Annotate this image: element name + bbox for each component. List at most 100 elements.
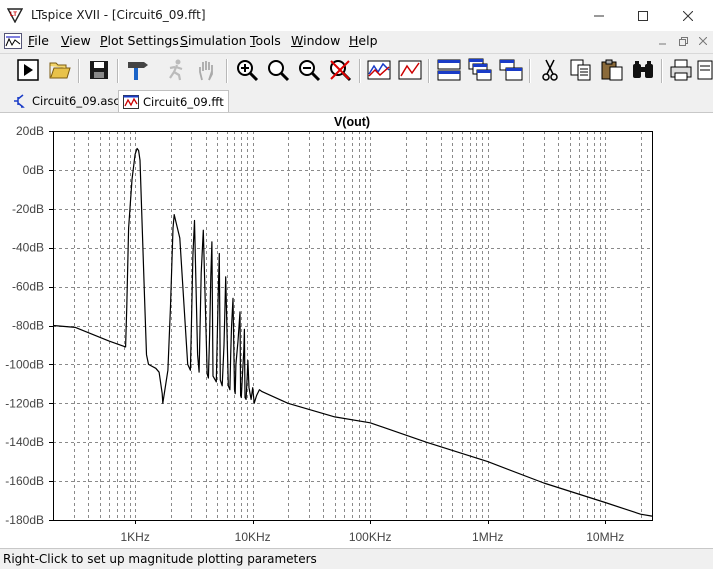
cascade-button[interactable]	[467, 57, 493, 83]
tab-label: Circuit6_09.fft	[143, 94, 224, 109]
toolbar-separator	[661, 59, 663, 83]
autorange-icon	[367, 60, 391, 80]
x-tick-label: 10KHz	[235, 530, 271, 544]
y-tick-label: -140dB	[5, 435, 44, 449]
x-axis: 1KHz 10KHz 100KHz 1MHz 10MHz	[120, 520, 624, 544]
copy-icon	[570, 59, 591, 81]
tab-schematic[interactable]: Circuit6_09.asc	[8, 91, 124, 111]
toolbar-separator	[78, 59, 80, 83]
waveform-icon	[123, 94, 139, 109]
zoom-full-button[interactable]	[327, 57, 353, 83]
tile-vertical-icon	[499, 59, 523, 81]
minimize-icon	[594, 15, 604, 16]
y-tick-label: -120dB	[5, 396, 44, 410]
autorange-button[interactable]	[366, 57, 392, 83]
toolbar-separator	[117, 59, 119, 83]
document-system-menu-icon[interactable]	[4, 33, 22, 49]
y-tick-label: 20dB	[16, 124, 44, 138]
zoom-out-icon	[299, 60, 321, 82]
y-tick-label: -180dB	[5, 513, 44, 527]
mdi-restore-icon	[678, 36, 688, 46]
control-panel-button[interactable]	[124, 57, 150, 83]
status-bar: Right-Click to set up magnitude plotting…	[0, 548, 713, 569]
cut-icon	[542, 59, 558, 81]
x-tick-label: 10MHz	[586, 530, 624, 544]
menu-bar: File View Plot Settings Simulation Tools…	[0, 31, 713, 51]
pick-traces-icon	[398, 60, 422, 80]
open-button[interactable]	[47, 57, 73, 83]
waveform-plot-pane[interactable]: V(out) 20dB 0dB -20dB -40dB -60dB -80dB -100dB…	[0, 113, 713, 548]
maximize-icon	[638, 10, 648, 21]
zoom-back-icon	[268, 60, 290, 82]
y-tick-label: -80dB	[12, 319, 44, 333]
svg-text:LT: LT	[10, 12, 17, 18]
menu-window[interactable]: Window	[291, 33, 340, 48]
zoom-full-icon	[330, 60, 352, 82]
toolbar-separator	[359, 59, 361, 83]
menu-help[interactable]: Help	[349, 33, 378, 48]
run-icon	[17, 59, 39, 81]
copy-button[interactable]	[568, 57, 594, 83]
tab-fft[interactable]: Circuit6_09.fft	[118, 90, 229, 112]
y-tick-label: -60dB	[12, 280, 44, 294]
print-preview-button[interactable]	[695, 57, 713, 83]
title-bar: LT LTspice XVII - [Circuit6_09.fft]	[0, 0, 713, 31]
maximize-button[interactable]	[620, 0, 666, 31]
mdi-restore-button[interactable]	[675, 34, 691, 48]
mdi-close-icon	[699, 37, 707, 45]
save-button[interactable]	[86, 57, 112, 83]
toolbar	[0, 53, 713, 90]
pan-hand-icon	[199, 61, 213, 81]
cut-button[interactable]	[537, 57, 563, 83]
menu-simulation[interactable]: Simulation	[180, 33, 247, 48]
menu-plot-settings[interactable]: Plot Settings	[100, 33, 179, 48]
zoom-out-button[interactable]	[296, 57, 322, 83]
save-icon	[90, 61, 108, 79]
pan-button[interactable]	[194, 57, 220, 83]
paste-button[interactable]	[599, 57, 625, 83]
control-panel-hammer-icon	[128, 62, 148, 80]
print-icon	[670, 59, 692, 81]
tile-horizontal-icon	[437, 59, 461, 81]
x-tick-label: 1MHz	[472, 530, 503, 544]
menu-view[interactable]: View	[61, 33, 91, 48]
window-title: LTspice XVII - [Circuit6_09.fft]	[31, 8, 206, 22]
schematic-icon	[14, 94, 25, 108]
close-icon	[683, 10, 693, 21]
print-button[interactable]	[668, 57, 694, 83]
ltspice-logo-icon: LT	[6, 7, 24, 24]
menu-tools[interactable]: Tools	[250, 33, 281, 48]
y-tick-label: -20dB	[12, 202, 44, 216]
tab-label: Circuit6_09.asc	[32, 94, 120, 108]
y-tick-label: -40dB	[12, 241, 44, 255]
cascade-icon	[468, 58, 492, 81]
tile-vertical-button[interactable]	[498, 57, 524, 83]
document-tab-bar: Circuit6_09.asc Circuit6_09.fft	[0, 89, 713, 113]
print-preview-icon	[697, 60, 713, 80]
menu-file[interactable]: File	[28, 33, 49, 48]
halt-icon	[169, 59, 183, 81]
chart-grid	[53, 131, 652, 520]
fft-chart[interactable]: V(out) 20dB 0dB -20dB -40dB -60dB -80dB -100dB…	[0, 113, 713, 548]
mdi-close-button[interactable]	[695, 34, 711, 48]
run-button[interactable]	[15, 57, 41, 83]
minimize-button[interactable]	[576, 0, 622, 31]
y-tick-label: -100dB	[5, 357, 44, 371]
open-folder-icon	[49, 62, 71, 79]
halt-button[interactable]	[163, 57, 189, 83]
y-tick-label: 0dB	[23, 163, 44, 177]
toolbar-separator	[529, 59, 531, 83]
tile-horizontal-button[interactable]	[436, 57, 462, 83]
mdi-minimize-button[interactable]	[655, 34, 671, 48]
find-binoculars-icon	[633, 61, 653, 78]
zoom-in-button[interactable]	[234, 57, 260, 83]
y-tick-label: -160dB	[5, 474, 44, 488]
x-tick-label: 1KHz	[120, 530, 149, 544]
paste-icon	[601, 59, 623, 81]
find-button[interactable]	[630, 57, 656, 83]
status-text: Right-Click to set up magnitude plotting…	[3, 552, 317, 566]
chart-title: V(out)	[334, 115, 370, 129]
zoom-back-button[interactable]	[265, 57, 291, 83]
pick-traces-button[interactable]	[397, 57, 423, 83]
close-button[interactable]	[665, 0, 711, 31]
